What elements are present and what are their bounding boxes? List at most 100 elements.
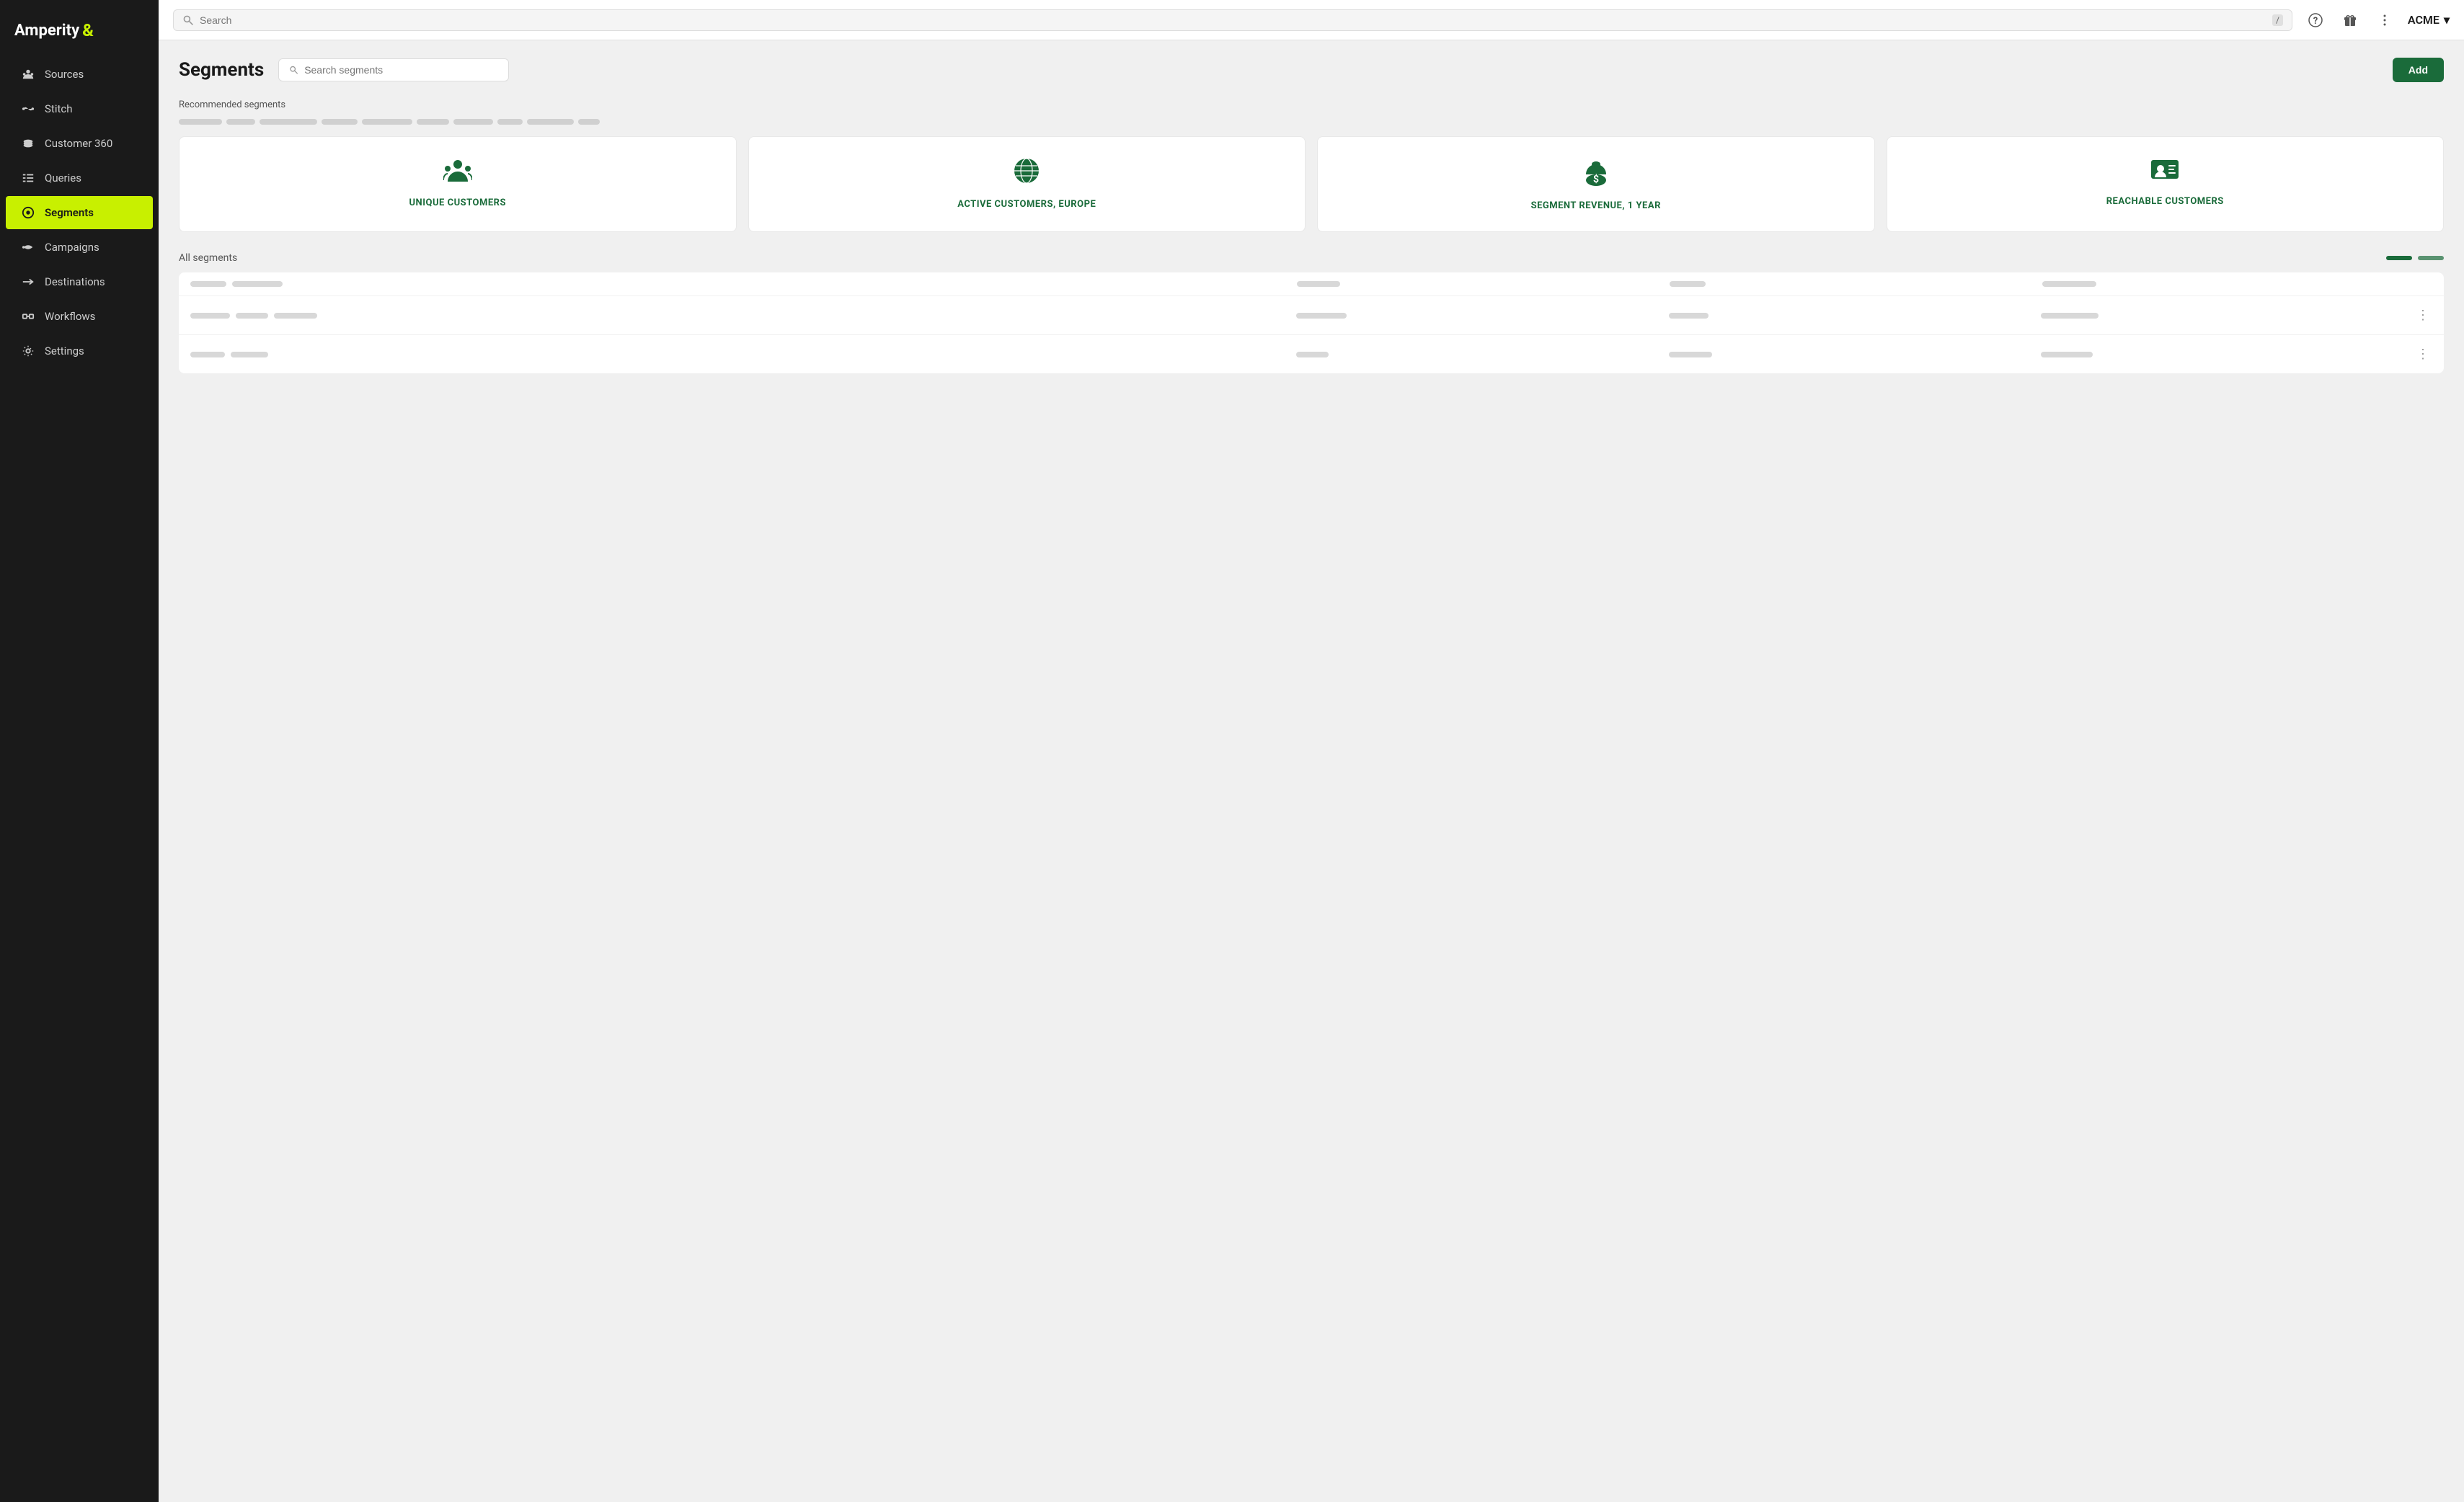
sidebar-item-settings[interactable]: Settings [6, 334, 153, 368]
row-content-3 [190, 352, 551, 357]
row-meta-1 [1297, 281, 1658, 287]
help-icon[interactable]: ? [2304, 9, 2327, 32]
grid-view-button[interactable] [2418, 256, 2444, 260]
sidebar-item-queries[interactable]: Queries [6, 161, 153, 195]
segment-search-input[interactable] [304, 64, 498, 76]
shimmer [190, 313, 230, 319]
shimmer-bar-8 [497, 119, 523, 125]
card-segment-revenue[interactable]: $ SEGMENT REVENUE, 1 YEAR [1317, 136, 1875, 232]
sidebar: Amperity& Sources Stitch Customer 360 Q [0, 0, 159, 1502]
view-toggle [2386, 256, 2444, 260]
card-reachable-customers[interactable]: REACHABLE CUSTOMERS [1887, 136, 2445, 232]
gift-icon[interactable] [2339, 9, 2362, 32]
sidebar-item-settings-label: Settings [45, 345, 84, 357]
all-segments-header: All segments [179, 252, 2444, 264]
shimmer [1669, 313, 1709, 319]
shimmer [2041, 352, 2093, 357]
stitch-icon [20, 101, 36, 117]
global-search-icon [182, 14, 194, 26]
row-count-2 [1669, 313, 2030, 319]
all-segments-title: All segments [179, 252, 2386, 264]
shimmer [274, 313, 317, 319]
sidebar-item-customer360[interactable]: Customer 360 [6, 127, 153, 160]
svg-text:$: $ [1593, 173, 1599, 185]
sidebar-item-destinations-label: Destinations [45, 275, 105, 288]
user-name: ACME [2408, 13, 2439, 27]
recommended-label: Recommended segments [179, 99, 2444, 110]
global-search-input[interactable] [200, 14, 2266, 26]
row-count-3 [1669, 352, 2030, 357]
shimmer [1297, 281, 1340, 287]
app-logo: Amperity& [0, 12, 159, 58]
shimmer [1296, 352, 1329, 357]
user-menu-chevron: ▾ [2444, 13, 2450, 27]
shimmer [1296, 313, 1347, 319]
table-row [179, 272, 2444, 296]
table-row: ⋮ [179, 296, 2444, 335]
row-context-menu-button[interactable]: ⋮ [2414, 344, 2432, 365]
shimmer [232, 281, 283, 287]
row-context-menu-button[interactable]: ⋮ [2414, 305, 2432, 326]
sidebar-item-campaigns[interactable]: Campaigns [6, 231, 153, 264]
shimmer-bar-6 [417, 119, 449, 125]
row-count-1 [1670, 281, 2031, 287]
row-date-2 [2041, 313, 2402, 319]
card-segment-revenue-label: SEGMENT REVENUE, 1 YEAR [1531, 200, 1661, 211]
sidebar-item-segments[interactable]: Segments [6, 196, 153, 229]
add-segment-button[interactable]: Add [2393, 58, 2444, 82]
list-view-button[interactable] [2386, 256, 2412, 260]
shimmer [1670, 281, 1706, 287]
sidebar-item-workflows[interactable]: Workflows [6, 300, 153, 333]
shimmer [190, 352, 225, 357]
all-segments-section: All segments [179, 252, 2444, 373]
sidebar-item-segments-label: Segments [45, 206, 94, 219]
card-unique-customers[interactable]: UNIQUE CUSTOMERS [179, 136, 737, 232]
shimmer [190, 281, 226, 287]
sidebar-item-campaigns-label: Campaigns [45, 241, 99, 254]
shimmer-bar-5 [362, 119, 412, 125]
page-header: Segments Add [179, 58, 2444, 82]
segments-table: ⋮ [179, 272, 2444, 373]
queries-icon [20, 170, 36, 186]
topbar: / ? ACME ▾ [159, 0, 2464, 40]
card-active-europe[interactable]: ACTIVE CUSTOMERS, EUROPE [748, 136, 1306, 232]
topbar-actions: ? ACME ▾ [2304, 9, 2450, 32]
sidebar-item-stitch-label: Stitch [45, 102, 72, 115]
main-area: / ? ACME ▾ Segments Ad [159, 0, 2464, 1502]
shimmer-bar-2 [226, 119, 255, 125]
sidebar-item-destinations[interactable]: Destinations [6, 265, 153, 298]
campaigns-icon [20, 239, 36, 255]
segment-search-bar[interactable] [278, 58, 509, 81]
recommended-section: Recommended segments [179, 99, 2444, 232]
row-meta-3 [1296, 352, 1657, 357]
sidebar-item-sources[interactable]: Sources [6, 58, 153, 91]
search-slash: / [2272, 14, 2283, 26]
destinations-icon [20, 274, 36, 290]
svg-text:?: ? [2313, 16, 2318, 27]
user-menu[interactable]: ACME ▾ [2408, 13, 2450, 27]
loading-shimmer [179, 119, 2444, 125]
segment-search-icon [289, 65, 298, 75]
sources-icon [20, 66, 36, 82]
sidebar-item-sources-label: Sources [45, 68, 84, 81]
card-reachable-customers-label: REACHABLE CUSTOMERS [2106, 196, 2224, 207]
shimmer-bar-3 [260, 119, 317, 125]
sidebar-item-workflows-label: Workflows [45, 310, 95, 323]
shimmer-bar-4 [322, 119, 358, 125]
shimmer-bar-10 [578, 119, 600, 125]
sidebar-item-stitch[interactable]: Stitch [6, 92, 153, 125]
row-meta-2 [1296, 313, 1657, 319]
app-symbol: & [82, 20, 94, 40]
sidebar-item-customer360-label: Customer 360 [45, 137, 112, 150]
segments-icon [20, 205, 36, 221]
app-name: Amperity [14, 22, 79, 40]
global-search-bar[interactable]: / [173, 9, 2292, 31]
page-title: Segments [179, 59, 264, 81]
globe-icon [1013, 157, 1040, 190]
more-options-icon[interactable] [2373, 9, 2396, 32]
shimmer [2041, 313, 2099, 319]
settings-icon [20, 343, 36, 359]
card-active-europe-label: ACTIVE CUSTOMERS, EUROPE [957, 199, 1096, 210]
row-content-1 [190, 281, 551, 287]
shimmer [236, 313, 268, 319]
